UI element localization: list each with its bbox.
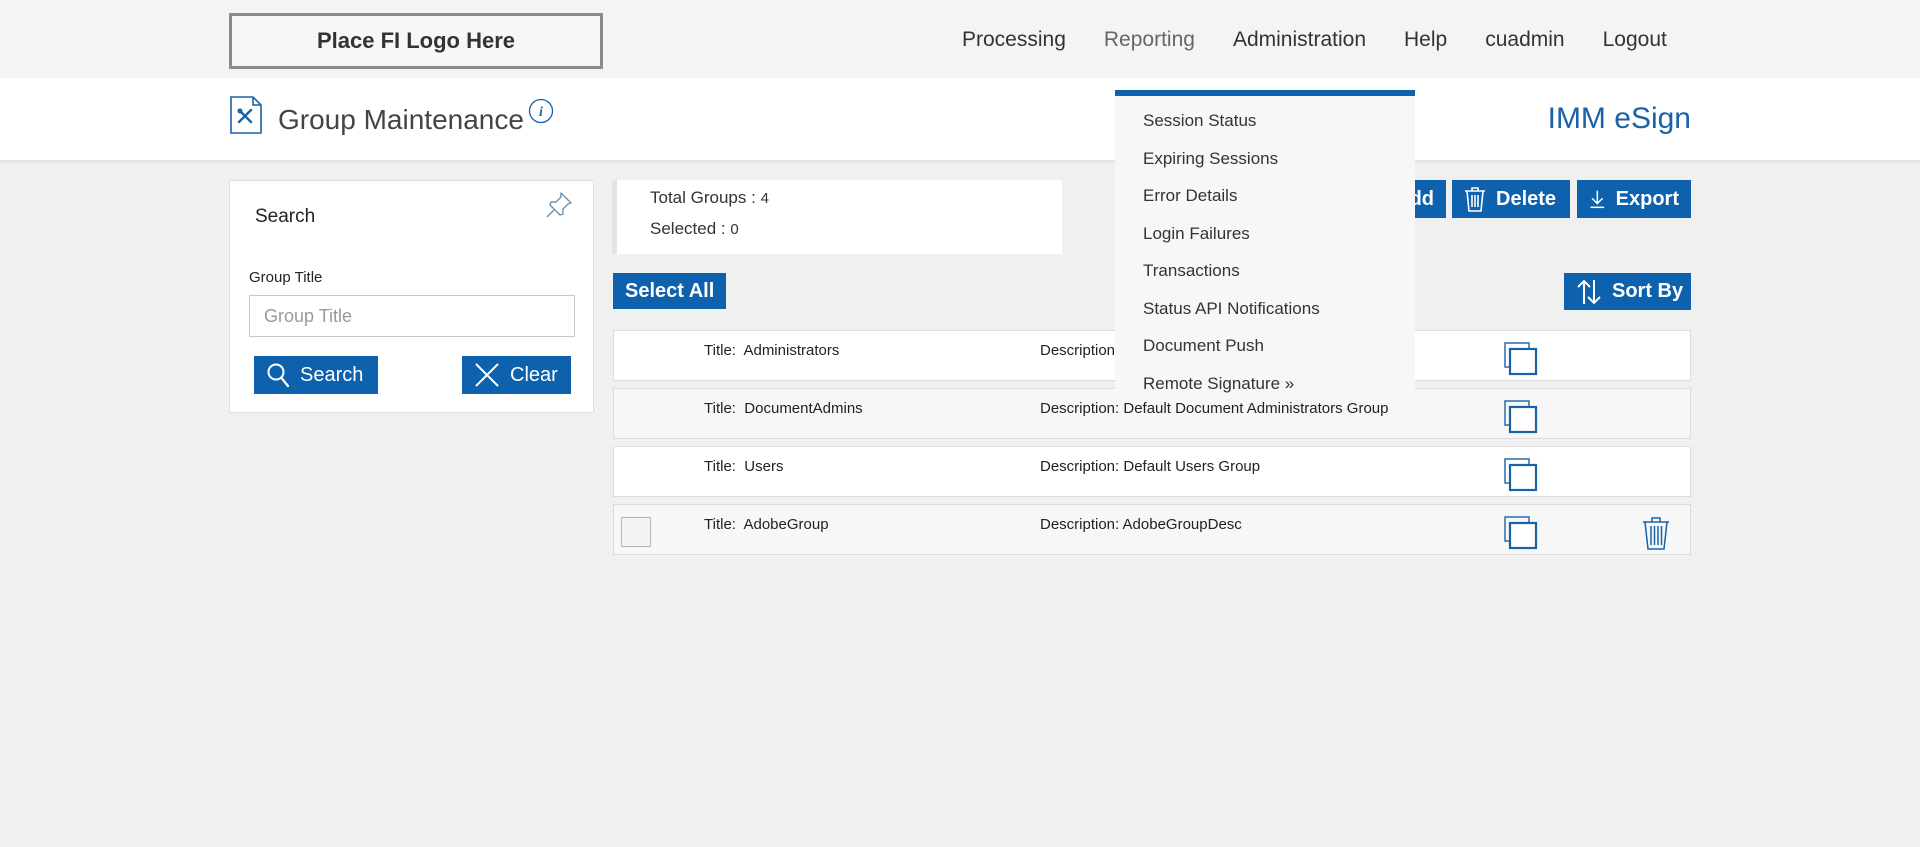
- selected-count: Selected : 0: [650, 219, 739, 238]
- group-title: Title: Administrators: [704, 342, 840, 359]
- main-nav: Processing Reporting Administration Help…: [962, 28, 1705, 52]
- group-title-input[interactable]: [249, 295, 575, 337]
- nav-processing[interactable]: Processing: [962, 28, 1066, 52]
- copy-icon[interactable]: [1504, 516, 1538, 550]
- row-checkbox[interactable]: [621, 517, 651, 547]
- menu-item-transactions[interactable]: Transactions: [1143, 261, 1240, 281]
- trash-icon: [1465, 187, 1485, 212]
- select-all-button[interactable]: Select All: [613, 273, 727, 309]
- group-title-label: Group Title: [249, 269, 323, 286]
- copy-icon[interactable]: [1504, 400, 1538, 434]
- menu-item-remote-signature[interactable]: Remote Signature »: [1143, 374, 1294, 394]
- copy-icon[interactable]: [1504, 342, 1538, 376]
- table-row[interactable]: Title: Users Description: Default Users …: [613, 446, 1691, 497]
- total-groups: Total Groups : 4: [650, 188, 769, 207]
- group-title: Title: AdobeGroup: [704, 516, 829, 533]
- sort-arrows-icon: [1577, 279, 1601, 304]
- logo-placeholder: Place FI Logo Here: [229, 13, 603, 69]
- sort-by-button[interactable]: Sort By: [1564, 273, 1691, 310]
- copy-icon[interactable]: [1504, 458, 1538, 492]
- table-row[interactable]: Title: DocumentAdmins Description: Defau…: [613, 388, 1691, 439]
- group-title: Title: Users: [704, 458, 784, 475]
- group-title: Title: DocumentAdmins: [704, 400, 863, 417]
- clear-button-label: Clear: [510, 363, 558, 386]
- table-row[interactable]: Title: AdobeGroup Description: AdobeGrou…: [613, 504, 1691, 555]
- svg-text:i: i: [539, 105, 543, 120]
- export-button-label: Export: [1615, 187, 1679, 210]
- menu-item-document-push[interactable]: Document Push: [1143, 336, 1264, 356]
- total-groups-count: 4: [760, 190, 769, 207]
- menu-item-expiring-sessions[interactable]: Expiring Sessions: [1143, 149, 1278, 169]
- group-summary: Total Groups : 4 Selected : 0: [612, 180, 1062, 254]
- delete-button-label: Delete: [1496, 187, 1557, 210]
- download-arrow-icon: [1590, 190, 1605, 209]
- group-description: Description: Default Document Administra…: [1040, 400, 1389, 417]
- menu-item-login-failures[interactable]: Login Failures: [1143, 224, 1250, 244]
- clear-button[interactable]: Clear: [462, 356, 571, 394]
- nav-user[interactable]: cuadmin: [1485, 28, 1564, 52]
- search-panel-title: Search: [255, 206, 316, 227]
- menu-item-status-api-notifications[interactable]: Status API Notifications: [1143, 299, 1320, 319]
- nav-help[interactable]: Help: [1404, 28, 1447, 52]
- page-title: Group Maintenance: [278, 104, 524, 135]
- nav-logout[interactable]: Logout: [1603, 28, 1667, 52]
- menu-item-session-status[interactable]: Session Status: [1143, 111, 1256, 131]
- trash-icon[interactable]: [1641, 516, 1671, 550]
- search-button[interactable]: Search: [254, 356, 378, 394]
- document-tools-icon: [230, 96, 262, 134]
- info-icon[interactable]: i: [528, 98, 554, 124]
- search-panel: Search Group Title Search Clear: [229, 180, 594, 413]
- close-icon: [475, 363, 499, 387]
- sort-by-button-label: Sort By: [1612, 280, 1684, 302]
- nav-reporting[interactable]: Reporting: [1104, 28, 1195, 52]
- group-description: Description: AdobeGroupDesc: [1040, 516, 1242, 533]
- group-description: Description: Default Users Group: [1040, 458, 1261, 475]
- search-icon: [267, 363, 290, 388]
- group-description: Description: [1040, 342, 1116, 359]
- menu-item-error-details[interactable]: Error Details: [1143, 186, 1237, 206]
- top-bar: Place FI Logo Here Processing Reporting …: [0, 0, 1920, 78]
- nav-administration[interactable]: Administration: [1233, 28, 1366, 52]
- reporting-dropdown-menu: Session Status Expiring Sessions Error D…: [1115, 90, 1415, 393]
- delete-button[interactable]: Delete: [1452, 180, 1570, 218]
- brand-name: IMM eSign: [1547, 102, 1691, 135]
- search-button-label: Search: [300, 363, 364, 386]
- selected-count-value: 0: [730, 221, 739, 238]
- export-button[interactable]: Export: [1577, 180, 1691, 218]
- pin-icon[interactable]: [543, 189, 575, 221]
